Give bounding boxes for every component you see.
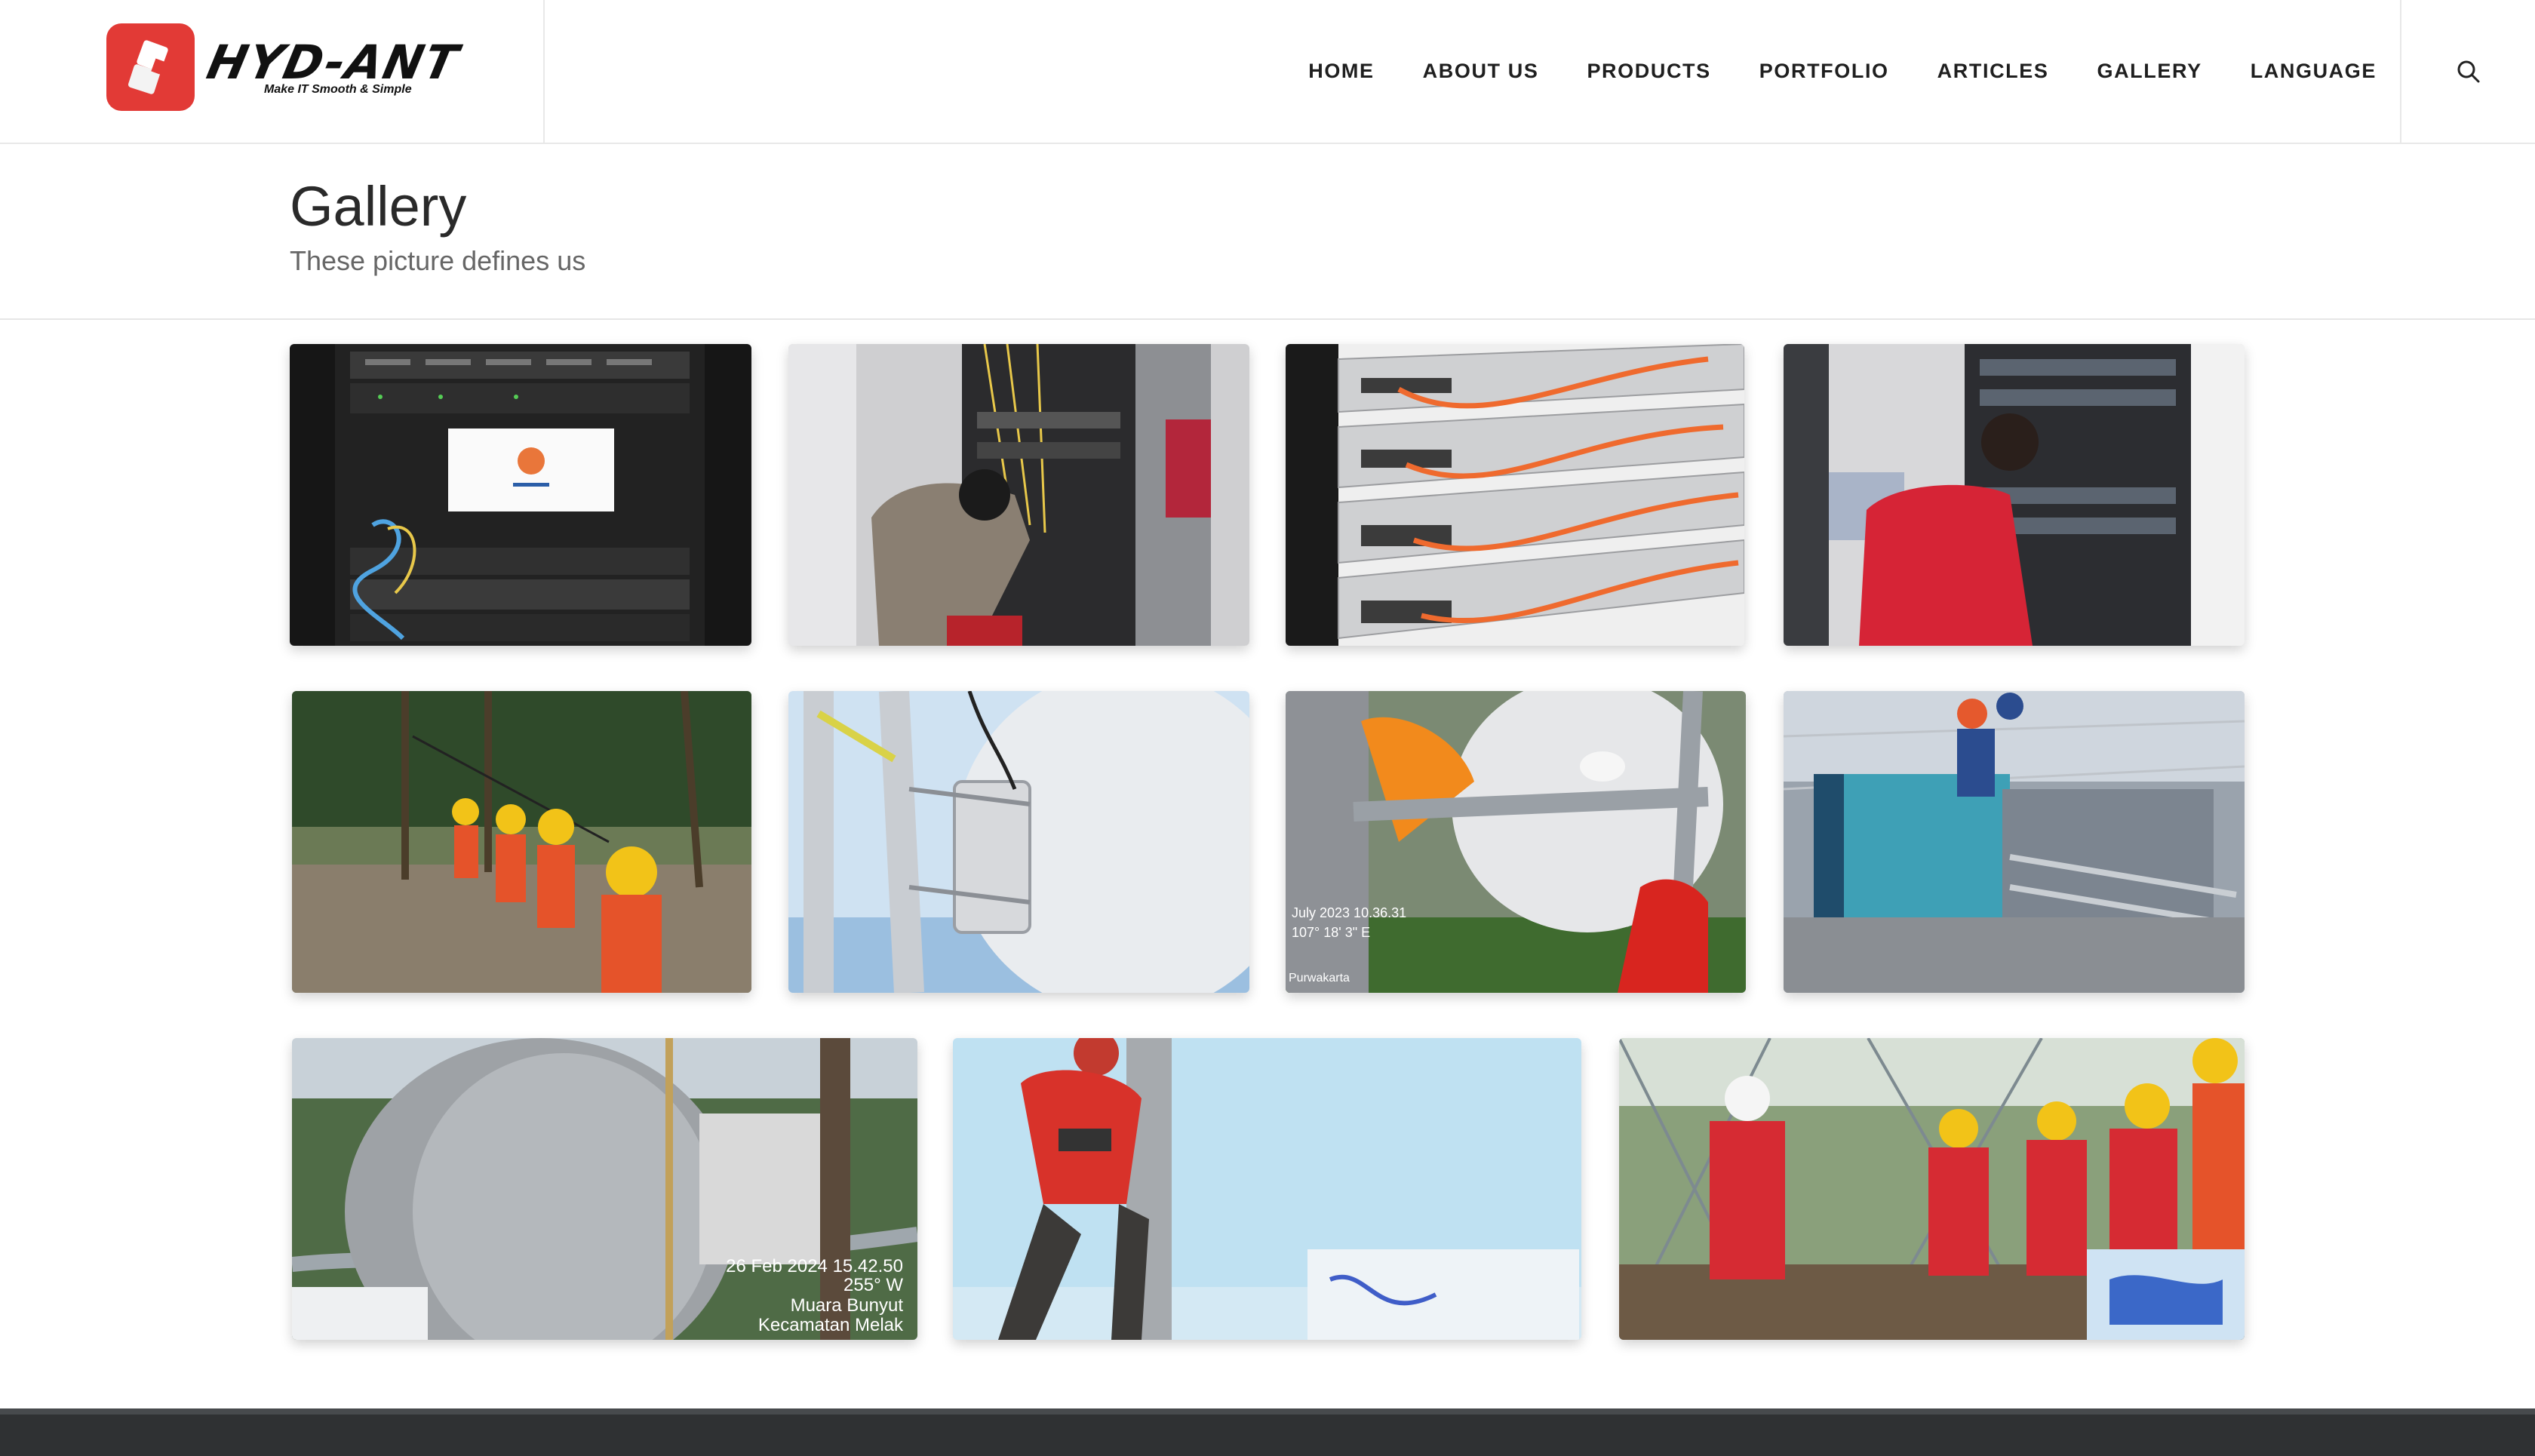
page-header: Gallery These picture defines us	[0, 144, 2535, 320]
photo-overlay-location: Purwakarta	[1289, 972, 1350, 984]
gallery-photo[interactable]: 26 Feb 2024 15.42.50 255° W Muara Bunyut…	[292, 1038, 917, 1340]
photo-overlay-location: Muara Bunyut	[791, 1295, 904, 1316]
photo-antenna-mount-pole	[788, 691, 1249, 993]
gallery-photo[interactable]	[1784, 344, 2245, 646]
photo-network-switches-orange-cables	[1286, 344, 1744, 646]
nav-item-language[interactable]: LANGUAGE	[2251, 60, 2377, 83]
photo-overlay-coordinates: 107° 18' 3" E	[1292, 925, 1370, 940]
search-icon	[2457, 60, 2479, 82]
photo-workers-yellow-helmets-field	[292, 691, 751, 993]
site-header: HYD-ANT Make IT Smooth & Simple HOME ABO…	[0, 0, 2535, 144]
photo-overlay-timestamp: July 2023 10.36.31	[1292, 905, 1406, 920]
photo-climber-on-pole	[953, 1038, 1581, 1340]
nav-item-home[interactable]: HOME	[1308, 60, 1374, 83]
gallery-photo[interactable]	[953, 1038, 1581, 1340]
gallery-photo[interactable]	[788, 344, 1249, 646]
nav-item-about-us[interactable]: ABOUT US	[1423, 60, 1539, 83]
photo-technician-cabling-rack	[788, 344, 1249, 646]
gallery-photo[interactable]: July 2023 10.36.31 107° 18' 3" E Purwaka…	[1286, 691, 1746, 993]
page-subtitle: These picture defines us	[290, 245, 586, 276]
search-button[interactable]	[2400, 0, 2535, 143]
gallery-photo[interactable]	[290, 344, 751, 646]
gallery-photo[interactable]	[1286, 344, 1744, 646]
logo[interactable]: HYD-ANT Make IT Smooth & Simple	[0, 0, 545, 143]
nav-item-portfolio[interactable]: PORTFOLIO	[1759, 60, 1889, 83]
brand-name: HYD-ANT	[202, 35, 465, 90]
photo-large-dish-antenna-aerial: 26 Feb 2024 15.42.50 255° W Muara Bunyut…	[292, 1038, 917, 1340]
photo-overlay-timestamp: 26 Feb 2024 15.42.50	[726, 1256, 903, 1276]
main-nav: HOME ABOUT US PRODUCTS PORTFOLIO ARTICLE…	[1308, 0, 2377, 143]
photo-team-red-uniforms-tower	[1619, 1038, 2245, 1340]
nav-item-gallery[interactable]: GALLERY	[2097, 60, 2202, 83]
gallery-photo[interactable]	[1784, 691, 2245, 993]
gallery-photo[interactable]	[788, 691, 1249, 993]
logo-mark-icon	[106, 23, 195, 111]
photo-server-rack-monitor	[290, 344, 751, 646]
photo-generator-tower-site	[1784, 691, 2245, 993]
page-title: Gallery	[290, 175, 467, 238]
gallery-photo[interactable]	[1619, 1038, 2245, 1340]
photo-antenna-dish-installation: July 2023 10.36.31 107° 18' 3" E Purwaka…	[1286, 691, 1746, 993]
photo-overlay-direction: 255° W	[843, 1275, 903, 1295]
photo-overlay-district: Kecamatan Melak	[758, 1315, 904, 1335]
nav-item-products[interactable]: PRODUCTS	[1587, 60, 1710, 83]
nav-item-articles[interactable]: ARTICLES	[1937, 60, 2049, 83]
site-footer	[0, 1408, 2535, 1456]
gallery-photo[interactable]	[292, 691, 751, 993]
brand-tagline: Make IT Smooth & Simple	[264, 83, 412, 96]
photo-technician-red-shirt-rack	[1784, 344, 2245, 646]
